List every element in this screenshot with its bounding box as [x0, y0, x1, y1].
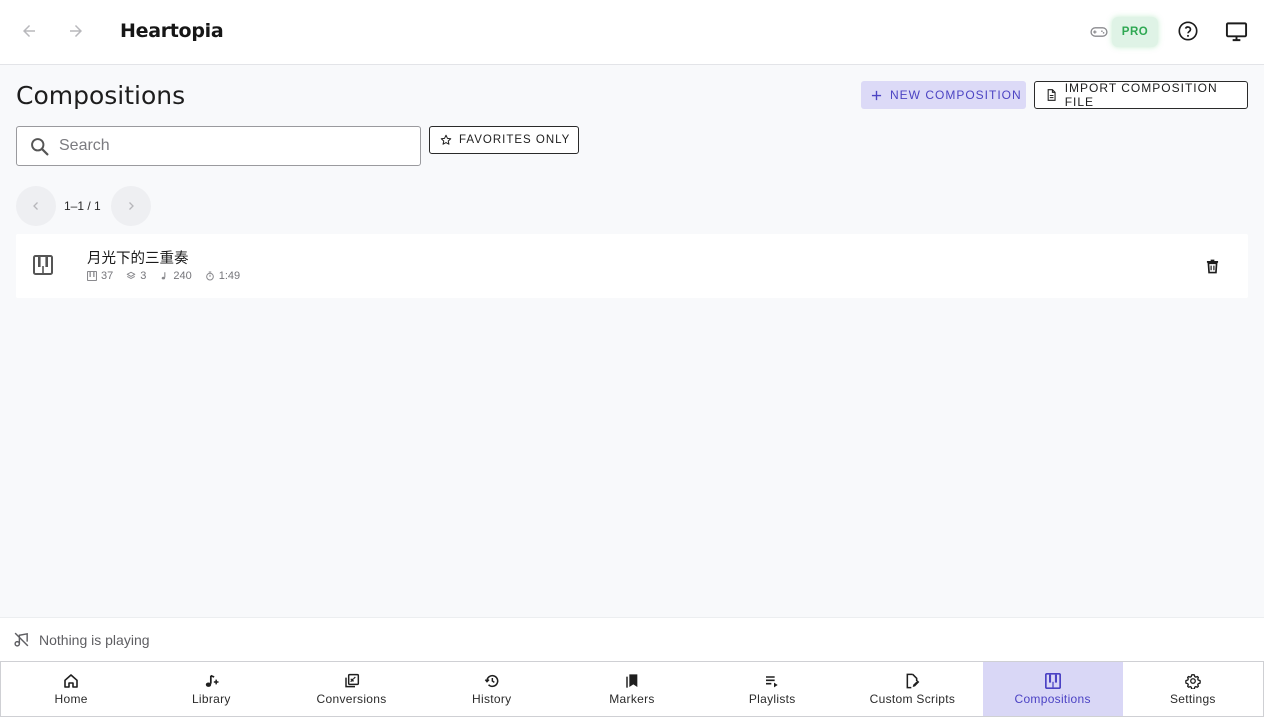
- search-input[interactable]: [59, 137, 399, 155]
- notes-value: 240: [173, 270, 192, 282]
- duration: 1:49: [205, 270, 240, 282]
- nav-item-library[interactable]: Library: [141, 662, 281, 716]
- nav-item-markers[interactable]: Markers: [562, 662, 702, 716]
- help-icon: [1178, 21, 1198, 41]
- arrow-left-icon: [23, 25, 35, 37]
- nav-item-settings[interactable]: Settings: [1123, 662, 1263, 716]
- forward-button[interactable]: [64, 19, 88, 43]
- next-page-button[interactable]: [111, 186, 151, 226]
- gamepad-icon[interactable]: [1088, 21, 1110, 43]
- timer-icon: [205, 271, 214, 281]
- home-icon: [64, 673, 78, 688]
- chevron-right-icon: [129, 202, 134, 210]
- top-bar: Heartopia PRO: [0, 0, 1264, 65]
- new-composition-button[interactable]: NEW COMPOSITION: [861, 81, 1026, 109]
- layers-value: 3: [140, 270, 147, 282]
- nav-item-playlists[interactable]: Playlists: [702, 662, 842, 716]
- music-add-icon: [205, 674, 219, 687]
- list-item[interactable]: 月光下的三重奏 37 3 240 1:49: [16, 234, 1248, 298]
- nav-label: Home: [54, 691, 88, 706]
- monitor-button[interactable]: [1224, 19, 1248, 43]
- new-composition-label: NEW COMPOSITION: [890, 88, 1022, 102]
- search-icon: [31, 137, 49, 156]
- composition-title: 月光下的三重奏: [87, 251, 189, 267]
- back-button[interactable]: [17, 19, 41, 43]
- prev-page-button[interactable]: [16, 186, 56, 226]
- nav-label: Markers: [609, 691, 655, 706]
- favorites-only-label: FAVORITES ONLY: [459, 134, 571, 146]
- favorites-only-toggle[interactable]: FAVORITES ONLY: [429, 126, 579, 154]
- script-edit-icon: [906, 673, 920, 688]
- monitor-icon: [1225, 21, 1247, 41]
- now-playing-status: Nothing is playing: [39, 631, 150, 648]
- keys-count: 37: [87, 270, 113, 282]
- import-composition-button[interactable]: IMPORT COMPOSITION FILE: [1034, 81, 1248, 109]
- nav-item-custom-scripts[interactable]: Custom Scripts: [842, 662, 982, 716]
- now-playing-bar: Nothing is playing: [0, 617, 1264, 661]
- pro-badge[interactable]: PRO: [1112, 17, 1158, 47]
- app-title: Heartopia: [120, 20, 224, 42]
- piano-icon: [1044, 672, 1061, 689]
- trash-icon: [1206, 259, 1218, 273]
- nav-label: Settings: [1169, 691, 1216, 706]
- piano-keys-icon: [87, 271, 97, 281]
- nav-label: History: [472, 691, 512, 706]
- search-field[interactable]: [16, 126, 421, 166]
- notes-count: 240: [159, 270, 192, 282]
- help-button[interactable]: [1176, 19, 1200, 43]
- nav-label: Playlists: [748, 691, 796, 706]
- music-note-icon: [162, 272, 166, 280]
- composition-meta: 37 3 240 1:49: [87, 270, 240, 282]
- piano-icon: [33, 255, 53, 280]
- nav-label: Custom Scripts: [869, 691, 956, 706]
- import-composition-label: IMPORT COMPOSITION FILE: [1064, 81, 1218, 109]
- keys-value: 37: [101, 270, 114, 282]
- arrow-right-icon: [70, 25, 82, 37]
- nav-item-home[interactable]: Home: [1, 662, 141, 716]
- nav-item-history[interactable]: History: [422, 662, 562, 716]
- nav-label: Compositions: [1014, 691, 1091, 706]
- file-import-icon: [1047, 89, 1056, 101]
- nav-item-conversions[interactable]: Conversions: [281, 662, 421, 716]
- layers-icon: [127, 271, 136, 279]
- history-icon: [484, 674, 499, 687]
- duration-value: 1:49: [218, 270, 241, 282]
- gear-icon: [1184, 673, 1201, 689]
- layers-count: 3: [126, 270, 146, 282]
- bottom-navigation: Home Library Conversions History Markers…: [0, 661, 1264, 717]
- pager-range: 1–1 / 1: [64, 199, 101, 213]
- nav-label: Library: [191, 691, 231, 706]
- plus-icon: [871, 90, 882, 100]
- delete-composition-button[interactable]: [1202, 256, 1222, 276]
- page-title: Compositions: [16, 81, 186, 110]
- playlist-icon: [766, 675, 778, 687]
- conversion-icon: [344, 673, 359, 687]
- nav-item-compositions[interactable]: Compositions: [982, 662, 1123, 716]
- music-off-icon: [14, 632, 29, 647]
- star-outline-icon: [440, 134, 452, 145]
- nav-label: Conversions: [316, 691, 387, 706]
- bookmarks-icon: [626, 673, 638, 688]
- chevron-left-icon: [33, 202, 38, 210]
